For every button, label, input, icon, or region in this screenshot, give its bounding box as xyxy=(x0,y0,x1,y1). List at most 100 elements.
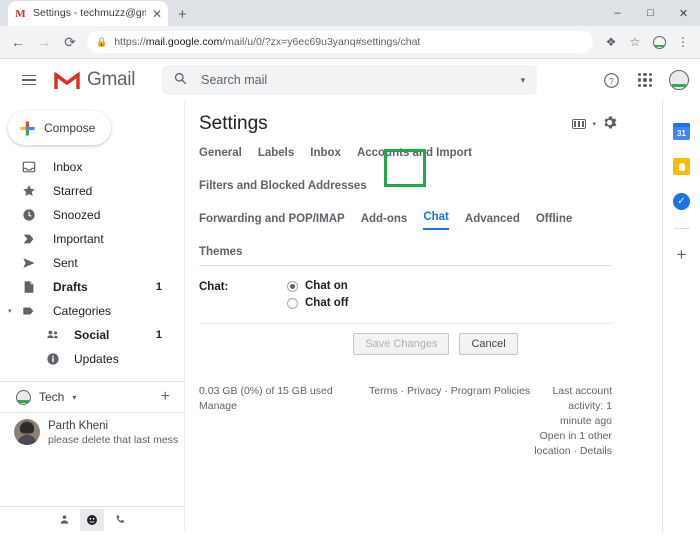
radio-chat-off[interactable]: Chat off xyxy=(287,297,348,309)
account-activity: Last account activity: 1 minute ago Open… xyxy=(534,384,612,459)
browser-tab-title: Settings - techmuzz@gmail.com xyxy=(33,7,146,19)
google-calendar-icon[interactable]: 31 xyxy=(673,123,690,140)
tab-filters-and-blocked-addresses[interactable]: Filters and Blocked Addresses xyxy=(199,180,367,197)
gear-icon[interactable] xyxy=(602,115,617,134)
google-apps-icon[interactable] xyxy=(630,65,660,95)
open-location-row: Open in 1 other location · Details xyxy=(534,429,612,459)
help-icon[interactable]: ? xyxy=(596,65,626,95)
program-policies-link[interactable]: Program Policies xyxy=(451,385,530,397)
browser-menu-icon[interactable]: ⋮ xyxy=(672,31,694,53)
chevron-down-icon[interactable]: ▾ xyxy=(72,393,76,402)
display-density-icon[interactable] xyxy=(572,119,587,129)
tab-chat[interactable]: Chat xyxy=(423,211,449,230)
chat-setting-label: Chat: xyxy=(199,281,229,293)
chat-setting-row: Chat: Chat on Chat off xyxy=(199,280,612,309)
google-keep-icon[interactable] xyxy=(673,158,690,175)
save-changes-button[interactable]: Save Changes xyxy=(353,333,450,355)
sidebar-item-categories[interactable]: ▾ Categories xyxy=(0,299,184,323)
address-bar[interactable]: 🔒 https://mail.google.com/mail/u/0/?zx=y… xyxy=(87,31,593,53)
search-mail-box[interactable]: Search mail ▾ xyxy=(162,65,538,95)
browser-window: M Settings - techmuzz@gmail.com ✕ + – □ … xyxy=(0,0,700,540)
new-tab-button[interactable]: + xyxy=(178,7,187,22)
tab-inbox[interactable]: Inbox xyxy=(310,147,341,164)
close-window-icon[interactable]: ✕ xyxy=(667,0,700,26)
extensions-icon[interactable]: ❖ xyxy=(600,31,622,53)
url-text: https://mail.google.com/mail/u/0/?zx=y6e… xyxy=(114,36,421,48)
main-menu-icon[interactable] xyxy=(14,65,44,95)
compose-button[interactable]: Compose xyxy=(8,111,111,145)
footer-separator-1: · xyxy=(400,385,405,397)
add-contact-icon[interactable]: + xyxy=(161,388,170,406)
compose-plus-icon xyxy=(20,120,35,136)
search-options-icon[interactable]: ▾ xyxy=(521,75,526,86)
send-icon xyxy=(21,256,37,270)
gmail-m-icon xyxy=(53,71,81,90)
sidebar-item-sent[interactable]: Sent xyxy=(0,251,184,275)
footer-separator-3: · xyxy=(573,445,577,457)
account-avatar[interactable] xyxy=(664,65,694,95)
sidebar-item-updates[interactable]: Updates xyxy=(0,347,184,371)
gmail-logo[interactable]: Gmail xyxy=(53,69,135,91)
settings-tabs: General Labels Inbox Accounts and Import… xyxy=(199,147,662,266)
browser-toolbar: ← → ⟳ 🔒 https://mail.google.com/mail/u/0… xyxy=(0,26,700,59)
details-link[interactable]: Details xyxy=(580,445,612,457)
profile-avatar-icon[interactable] xyxy=(648,31,670,53)
gmail-header: Gmail Search mail ▾ ? xyxy=(0,59,700,101)
chat-contact-item[interactable]: Parth Kheni please delete that last mess… xyxy=(0,412,184,453)
search-input[interactable]: Search mail xyxy=(201,73,506,87)
radio-chat-on[interactable]: Chat on xyxy=(287,280,348,292)
sidebar-count: 1 xyxy=(155,281,162,293)
contact-text: Parth Kheni please delete that last mess… xyxy=(48,419,178,447)
chat-smiley-icon[interactable] xyxy=(80,508,104,531)
sidebar-item-starred[interactable]: Starred xyxy=(0,179,184,203)
social-people-icon xyxy=(45,328,61,342)
contact-avatar xyxy=(14,419,40,445)
tab-add-ons[interactable]: Add-ons xyxy=(361,213,408,230)
phone-icon[interactable] xyxy=(108,509,132,531)
radio-chat-off-indicator[interactable] xyxy=(287,297,298,309)
tab-accounts-and-import[interactable]: Accounts and Import xyxy=(357,147,472,164)
tab-offline[interactable]: Offline xyxy=(536,213,572,230)
sidebar-count: 1 xyxy=(155,329,162,341)
tab-themes[interactable]: Themes xyxy=(199,246,242,263)
tab-forwarding-and-pop-imap[interactable]: Forwarding and POP/IMAP xyxy=(199,213,345,230)
close-tab-icon[interactable]: ✕ xyxy=(152,8,162,20)
chat-settings-content: Chat: Chat on Chat off Save Changes Canc… xyxy=(199,280,662,355)
tab-advanced[interactable]: Advanced xyxy=(465,213,520,230)
forward-icon: → xyxy=(37,34,51,50)
terms-link[interactable]: Terms xyxy=(369,385,398,397)
sidebar-item-social[interactable]: Social 1 xyxy=(0,323,184,347)
chat-user-avatar-icon xyxy=(16,389,31,405)
browser-tab[interactable]: M Settings - techmuzz@gmail.com ✕ xyxy=(8,1,168,26)
sidebar-item-snoozed[interactable]: Snoozed xyxy=(0,203,184,227)
sidebar-item-inbox[interactable]: Inbox xyxy=(0,155,184,179)
back-icon[interactable]: ← xyxy=(6,30,30,54)
chat-radio-group: Chat on Chat off xyxy=(287,280,348,309)
contacts-icon[interactable] xyxy=(52,509,76,531)
important-marker-icon xyxy=(21,232,37,246)
get-addons-icon[interactable]: + xyxy=(677,246,687,263)
sidebar-label: Categories xyxy=(53,304,112,318)
bookmark-star-icon[interactable]: ☆ xyxy=(624,31,646,53)
chat-user-name[interactable]: Tech xyxy=(39,390,64,404)
reload-icon[interactable]: ⟳ xyxy=(58,30,82,54)
storage-used-text: 0.03 GB (0%) of 15 GB used xyxy=(199,385,333,397)
chevron-down-icon[interactable]: ▾ xyxy=(8,307,12,315)
sidebar-item-important[interactable]: Important xyxy=(0,227,184,251)
tab-labels[interactable]: Labels xyxy=(258,147,294,164)
star-icon xyxy=(21,184,37,198)
sidebar-item-drafts[interactable]: Drafts 1 xyxy=(0,275,184,299)
radio-chat-on-indicator[interactable] xyxy=(287,280,298,292)
minimize-icon[interactable]: – xyxy=(601,0,634,26)
cancel-button[interactable]: Cancel xyxy=(459,333,518,355)
sidebar-nav-list: Inbox Starred Snoozed Important Sent Dra… xyxy=(0,155,184,371)
google-tasks-icon[interactable]: ✓ xyxy=(673,193,690,210)
manage-storage-link[interactable]: Manage xyxy=(199,400,237,412)
privacy-link[interactable]: Privacy xyxy=(407,385,441,397)
chevron-down-icon[interactable]: ▾ xyxy=(592,120,596,128)
maximize-icon[interactable]: □ xyxy=(634,0,667,26)
radio-chat-off-label: Chat off xyxy=(305,297,349,309)
browser-titlebar: M Settings - techmuzz@gmail.com ✕ + – □ … xyxy=(0,0,700,26)
lock-icon: 🔒 xyxy=(96,36,108,47)
tab-general[interactable]: General xyxy=(199,147,242,164)
